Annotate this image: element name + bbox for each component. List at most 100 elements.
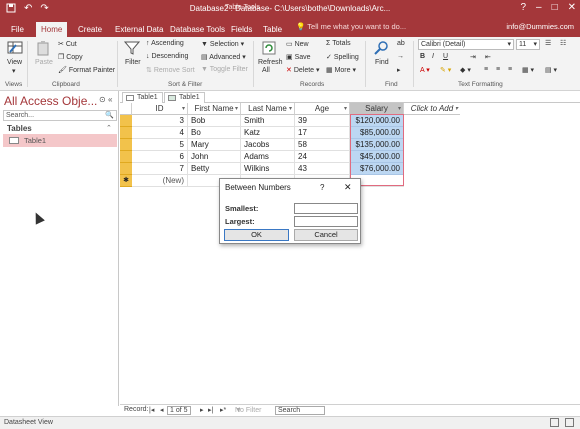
- column-header-id[interactable]: ID ▾: [132, 103, 188, 115]
- new-record-icon[interactable]: ▸*: [220, 406, 226, 414]
- align-right-icon[interactable]: ≡: [508, 66, 512, 73]
- cell-last[interactable]: Smith: [241, 115, 295, 127]
- select-all-corner[interactable]: [120, 103, 132, 115]
- save-record-button[interactable]: ▣ Save: [286, 53, 311, 61]
- minimize-icon[interactable]: –: [536, 2, 542, 13]
- underline-icon[interactable]: U: [443, 53, 448, 60]
- descending-button[interactable]: ↓ Descending: [146, 53, 188, 60]
- close-icon[interactable]: ✕: [568, 2, 576, 13]
- selection-button[interactable]: ▼ Selection ▾: [201, 40, 244, 48]
- paste-button[interactable]: Paste: [35, 59, 53, 66]
- record-position-box[interactable]: 1 of 5: [167, 406, 191, 415]
- cell-id[interactable]: 7: [132, 163, 188, 175]
- remove-sort-button[interactable]: ⇅ Remove Sort: [146, 66, 195, 74]
- cell-last[interactable]: Jacobs: [241, 139, 295, 151]
- next-record-icon[interactable]: ▸: [200, 406, 204, 414]
- collapse-category-icon[interactable]: ⌃: [106, 124, 112, 132]
- find-button[interactable]: Find: [375, 59, 389, 66]
- prev-record-icon[interactable]: ◂: [160, 406, 164, 414]
- chevron-down-icon[interactable]: ▾: [289, 103, 292, 115]
- tab-fields[interactable]: Fields: [226, 22, 257, 37]
- cell-first[interactable]: Bob: [188, 115, 241, 127]
- first-record-icon[interactable]: |◂: [149, 406, 154, 414]
- nav-pane-title[interactable]: All Access Obje...: [4, 94, 97, 108]
- help-icon[interactable]: ?: [320, 183, 324, 192]
- record-selector[interactable]: [120, 151, 132, 163]
- record-selector[interactable]: [120, 115, 132, 127]
- column-header-last-name[interactable]: Last Name ▾: [241, 103, 295, 115]
- datasheet-view-icon[interactable]: [550, 418, 559, 427]
- cell-first[interactable]: Bo: [188, 127, 241, 139]
- align-left-icon[interactable]: ≡: [484, 66, 488, 73]
- advanced-button[interactable]: ▤ Advanced ▾: [201, 53, 246, 61]
- nav-search-input[interactable]: Search... 🔍: [3, 110, 117, 121]
- cell-age[interactable]: 24: [295, 151, 350, 163]
- cell-last[interactable]: Katz: [241, 127, 295, 139]
- font-select[interactable]: Calibri (Detail) ▾: [418, 39, 514, 50]
- filter-button[interactable]: Filter: [125, 59, 141, 66]
- last-record-icon[interactable]: ▸|: [208, 406, 213, 414]
- replace-icon[interactable]: ab: [397, 40, 405, 47]
- copy-button[interactable]: ❐ Copy: [58, 53, 83, 61]
- refresh-button[interactable]: Refresh: [258, 59, 283, 66]
- alt-row-color-icon[interactable]: ▤ ▾: [545, 66, 557, 74]
- record-selector[interactable]: [120, 139, 132, 151]
- cell-age[interactable]: 43: [295, 163, 350, 175]
- align-center-icon[interactable]: ≡: [496, 66, 500, 73]
- highlight-icon[interactable]: ✎ ▾: [440, 66, 451, 74]
- cell-id[interactable]: 5: [132, 139, 188, 151]
- record-selector[interactable]: [120, 127, 132, 139]
- cell-first[interactable]: John: [188, 151, 241, 163]
- numbering-icon[interactable]: ☷: [560, 39, 566, 47]
- view-button[interactable]: View: [7, 59, 22, 66]
- tab-table[interactable]: Table: [258, 22, 287, 37]
- totals-button[interactable]: Σ Totals: [326, 40, 351, 47]
- cell-age[interactable]: 17: [295, 127, 350, 139]
- cell-id[interactable]: 3: [132, 115, 188, 127]
- chevron-down-icon[interactable]: ▾: [455, 103, 458, 115]
- record-selector[interactable]: [120, 163, 132, 175]
- design-view-icon[interactable]: [565, 418, 574, 427]
- cell-first[interactable]: Mary: [188, 139, 241, 151]
- bold-icon[interactable]: B: [420, 53, 425, 60]
- chevron-down-icon[interactable]: ▾: [344, 103, 347, 115]
- italic-icon[interactable]: I: [432, 53, 434, 60]
- bullets-icon[interactable]: ☰: [545, 39, 551, 47]
- cell-id[interactable]: 4: [132, 127, 188, 139]
- cell-age[interactable]: 39: [295, 115, 350, 127]
- toggle-filter-button[interactable]: ▼ Toggle Filter: [201, 66, 248, 73]
- chevron-down-icon[interactable]: ⊙: [99, 95, 106, 104]
- font-color-icon[interactable]: A ▾: [420, 66, 430, 74]
- nav-item-table1[interactable]: Table1: [3, 134, 117, 147]
- chevron-down-icon[interactable]: ▾: [235, 103, 238, 115]
- tab-create[interactable]: Create: [73, 22, 107, 37]
- column-header-age[interactable]: Age ▾: [295, 103, 350, 115]
- smallest-input[interactable]: [294, 203, 358, 214]
- outdent-icon[interactable]: ⇤: [485, 53, 491, 61]
- doc-tab-table1-second[interactable]: Table1: [164, 92, 205, 103]
- tab-file[interactable]: File: [6, 22, 29, 37]
- new-row-placeholder[interactable]: (New): [132, 175, 188, 187]
- chevron-down-icon[interactable]: ▾: [182, 103, 185, 115]
- account-name[interactable]: info@Dummies.com: [506, 22, 574, 31]
- spelling-button[interactable]: ✓ Spelling: [326, 53, 359, 61]
- select-icon[interactable]: ▸: [397, 66, 401, 74]
- cell-age[interactable]: 58: [295, 139, 350, 151]
- more-button[interactable]: ▦ More ▾: [326, 66, 356, 74]
- maximize-icon[interactable]: □: [552, 2, 558, 13]
- tab-database-tools[interactable]: Database Tools: [165, 22, 230, 37]
- help-icon[interactable]: ?: [520, 2, 526, 13]
- tab-home[interactable]: Home: [36, 22, 68, 37]
- font-size-select[interactable]: 11 ▾: [516, 39, 540, 50]
- indent-icon[interactable]: ⇥: [470, 53, 476, 61]
- goto-icon[interactable]: →: [397, 53, 404, 60]
- close-icon[interactable]: ✕: [344, 182, 352, 193]
- nav-category-tables[interactable]: Tables: [7, 124, 32, 133]
- cell-first[interactable]: Betty: [188, 163, 241, 175]
- new-record-selector[interactable]: ✱: [120, 175, 132, 187]
- cut-button[interactable]: ✂ Cut: [58, 40, 77, 48]
- fill-color-icon[interactable]: ◆ ▾: [460, 66, 471, 74]
- column-header-first-name[interactable]: First Name ▾: [188, 103, 241, 115]
- new-record-button[interactable]: ▭ New: [286, 40, 309, 48]
- cell-last[interactable]: Wilkins: [241, 163, 295, 175]
